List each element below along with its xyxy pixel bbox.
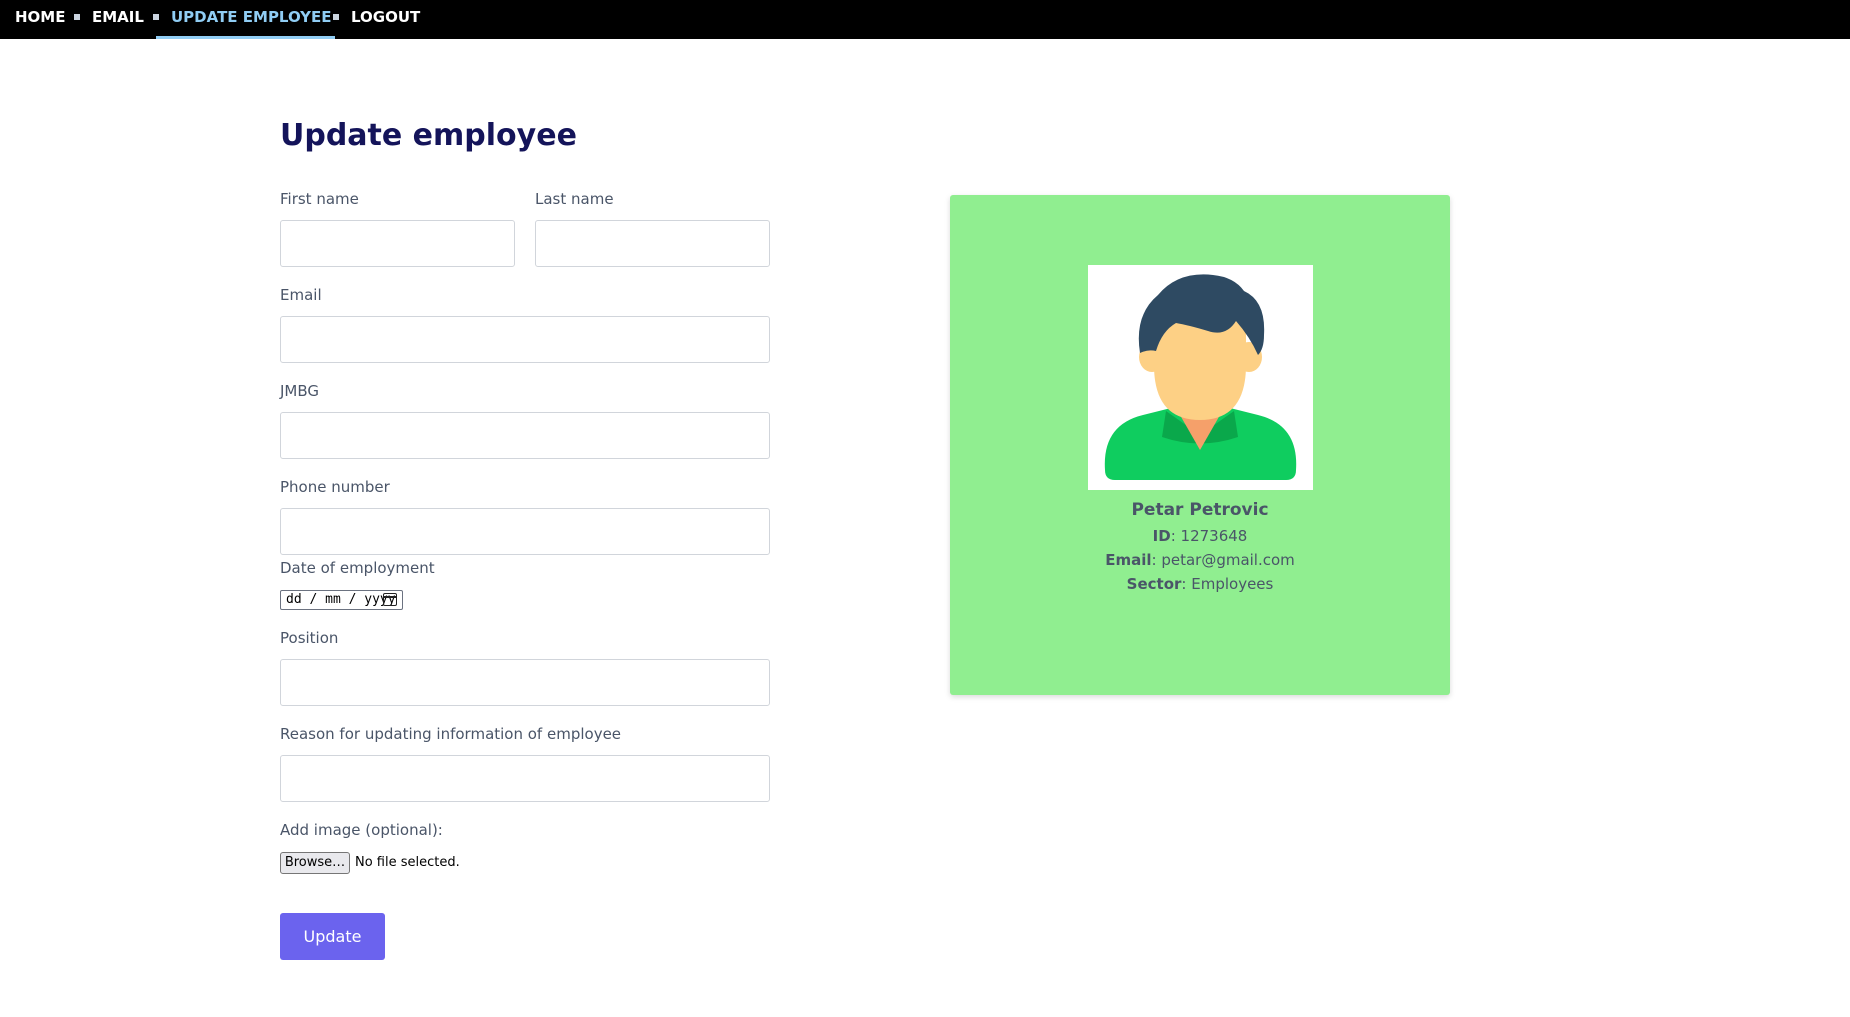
- nav-active-indicator: [156, 36, 335, 39]
- date-placeholder: dd / mm / yyyy: [286, 592, 396, 607]
- employee-email-label: Email: [1105, 551, 1152, 569]
- reason-field[interactable]: [280, 755, 770, 802]
- phone-number-field[interactable]: [280, 508, 770, 555]
- date-of-employment-label: Date of employment: [280, 559, 435, 577]
- nav-separator: [153, 14, 159, 20]
- employee-id-label: ID: [1152, 527, 1171, 545]
- page-title: Update employee: [280, 118, 577, 153]
- nav-separator: [74, 14, 80, 20]
- nav-email-link[interactable]: EMAIL: [92, 0, 144, 39]
- nav-update-employee-link[interactable]: UPDATE EMPLOYEE: [171, 0, 332, 39]
- last-name-field[interactable]: [535, 220, 770, 267]
- update-button[interactable]: Update: [280, 913, 385, 960]
- jmbg-field[interactable]: [280, 412, 770, 459]
- calendar-icon[interactable]: [383, 593, 397, 606]
- last-name-label: Last name: [535, 190, 614, 208]
- nav-separator: [333, 14, 339, 20]
- avatar: [1088, 265, 1313, 490]
- position-label: Position: [280, 629, 339, 647]
- phone-number-label: Phone number: [280, 478, 390, 496]
- top-navbar: HOME EMAIL UPDATE EMPLOYEE LOGOUT: [0, 0, 1850, 39]
- employee-card: Petar Petrovic ID: 1273648 Email: petar@…: [950, 195, 1450, 695]
- person-avatar-icon: [1104, 274, 1297, 480]
- reason-label: Reason for updating information of emplo…: [280, 725, 622, 743]
- add-image-label: Add image (optional):: [280, 821, 443, 839]
- file-status-text: No file selected.: [355, 855, 460, 870]
- employee-sector-label: Sector: [1126, 575, 1182, 593]
- email-label: Email: [280, 286, 322, 304]
- first-name-label: First name: [280, 190, 359, 208]
- date-of-employment-input[interactable]: dd / mm / yyyy: [280, 590, 403, 610]
- email-field[interactable]: [280, 316, 770, 363]
- browse-button[interactable]: Browse…: [280, 852, 350, 874]
- position-field[interactable]: [280, 659, 770, 706]
- employee-sector-value: Employees: [1191, 575, 1274, 593]
- nav-logout-link[interactable]: LOGOUT: [351, 0, 420, 39]
- employee-name: Petar Petrovic: [1131, 500, 1269, 520]
- employee-id-value: 1273648: [1180, 527, 1248, 545]
- nav-home-link[interactable]: HOME: [15, 0, 65, 39]
- employee-sector-line: Sector: Employees: [1126, 575, 1274, 593]
- employee-id-line: ID: 1273648: [1152, 527, 1248, 545]
- employee-email-line: Email: petar@gmail.com: [1105, 551, 1295, 569]
- employee-email-value: petar@gmail.com: [1161, 551, 1295, 569]
- jmbg-label: JMBG: [280, 382, 320, 400]
- first-name-field[interactable]: [280, 220, 515, 267]
